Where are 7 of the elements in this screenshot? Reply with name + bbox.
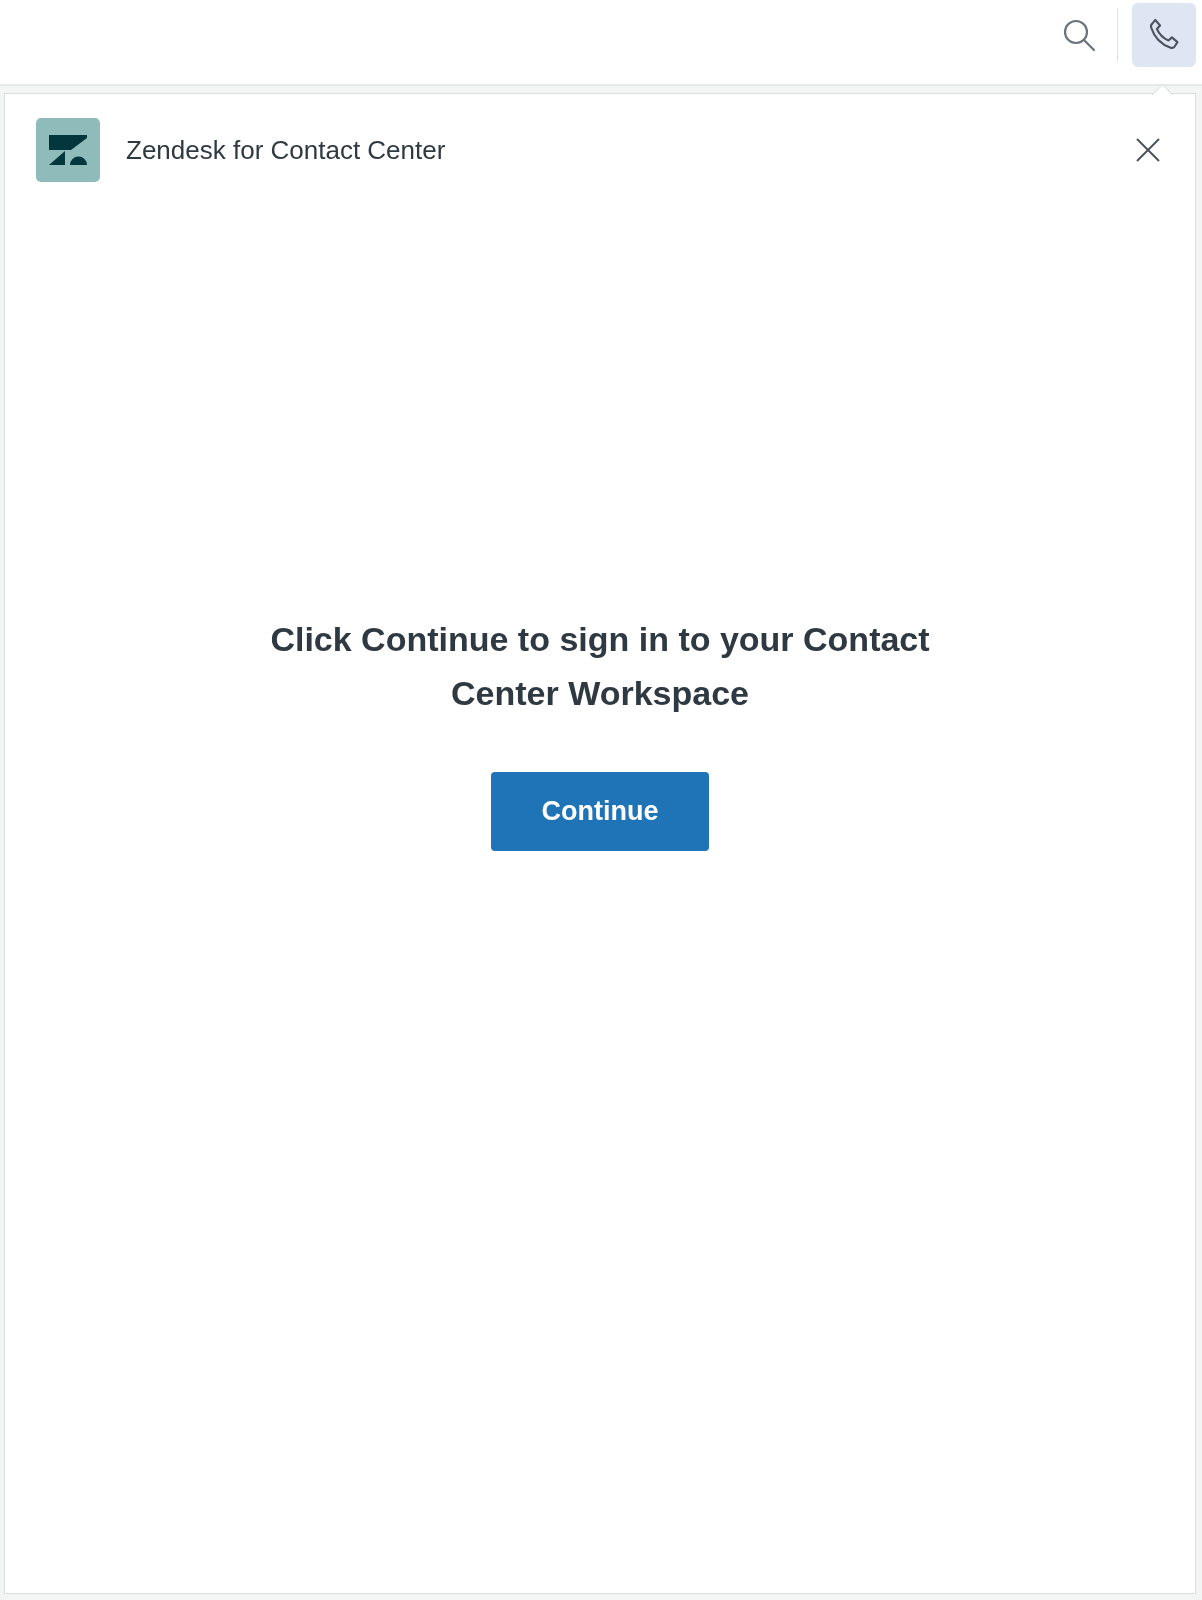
- search-icon: [1062, 18, 1096, 52]
- continue-button[interactable]: Continue: [491, 772, 709, 851]
- logo-icon: [36, 118, 100, 182]
- sign-in-message: Click Continue to sign in to your Contact Center Workspace: [269, 619, 931, 714]
- phone-button[interactable]: [1132, 3, 1196, 67]
- close-icon: [1135, 137, 1161, 163]
- panel-title: Zendesk for Contact Center: [126, 134, 447, 166]
